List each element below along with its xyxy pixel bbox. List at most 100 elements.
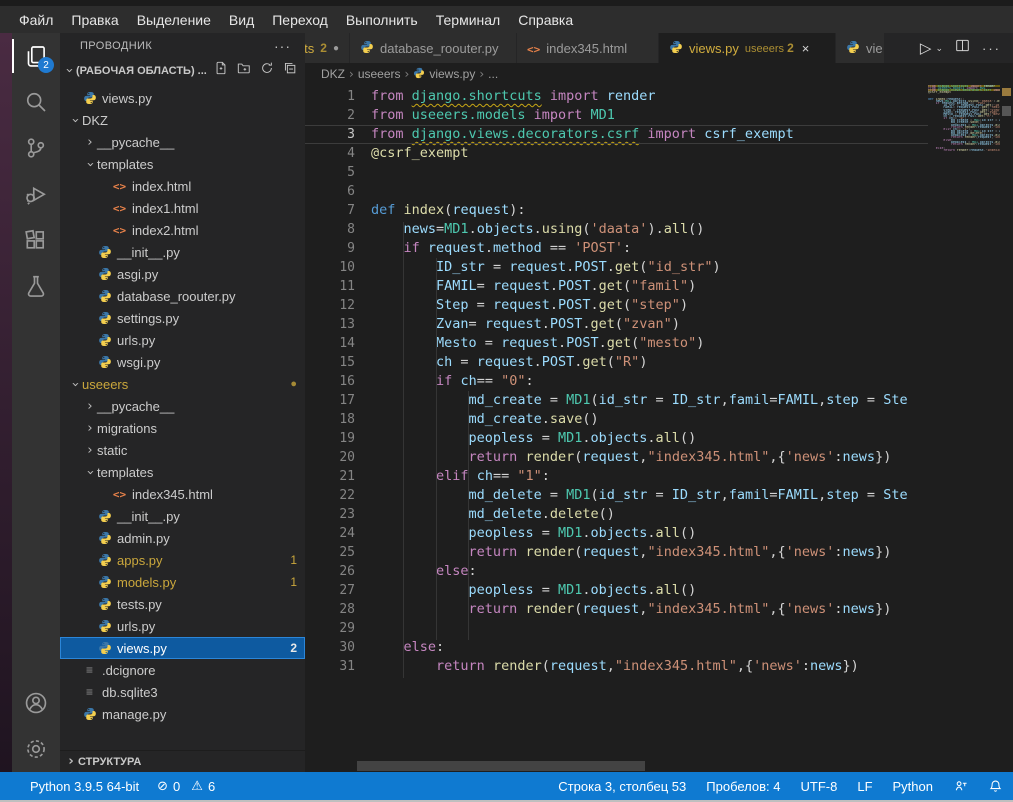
tree-item-tests.py[interactable]: tests.py xyxy=(60,593,305,615)
tree-item-static[interactable]: ›static xyxy=(60,439,305,461)
menu-item-Справка[interactable]: Справка xyxy=(509,9,582,31)
run-dropdown-icon[interactable]: ⌄ xyxy=(935,43,943,54)
tree-item-label: __init__.py xyxy=(117,245,180,260)
html-icon: <> xyxy=(113,180,126,193)
tree-item-settings.py[interactable]: settings.py xyxy=(60,307,305,329)
status-problems[interactable]: ⊘0⚠6 xyxy=(157,779,215,794)
tab-index345[interactable]: <>index345.html xyxy=(517,33,658,63)
run-button[interactable]: ▷ xyxy=(920,39,932,57)
tree-item-apps.py[interactable]: apps.py1 xyxy=(60,549,305,571)
code-line-text: FAMIL= request.POST.get("famil") xyxy=(355,277,696,296)
menu-item-Терминал[interactable]: Терминал xyxy=(427,9,509,31)
tree-item-useeers[interactable]: ›useeers● xyxy=(60,373,305,395)
more-actions-icon[interactable]: ··· xyxy=(274,38,291,54)
tab-views[interactable]: views.pyuseeers 2× xyxy=(659,33,835,63)
activity-run-debug-button[interactable] xyxy=(12,171,60,217)
tree-item-admin.py[interactable]: admin.py xyxy=(60,527,305,549)
tree-item-migrations[interactable]: ›migrations xyxy=(60,417,305,439)
tree-item-manage.py[interactable]: manage.py xyxy=(60,703,305,725)
minimap[interactable]: from django.shortcuts import renderfrom … xyxy=(928,85,1000,772)
tree-item-urls.py[interactable]: urls.py xyxy=(60,329,305,351)
status-encoding[interactable]: UTF-8 xyxy=(801,779,838,794)
tree-item-database_roouter.py[interactable]: database_roouter.py xyxy=(60,285,305,307)
vertical-scrollbar[interactable] xyxy=(1000,85,1013,772)
status-language[interactable]: Python xyxy=(893,779,933,794)
status-cursor-position[interactable]: Строка 3, столбец 53 xyxy=(558,779,686,794)
close-icon[interactable]: × xyxy=(802,41,810,56)
tree-item-asgi.py[interactable]: asgi.py xyxy=(60,263,305,285)
activity-extensions-button[interactable] xyxy=(12,217,60,263)
tree-item-index345.html[interactable]: <>index345.html xyxy=(60,483,305,505)
tree-item-views.py[interactable]: views.py xyxy=(60,87,305,109)
breadcrumb-item[interactable]: DKZ xyxy=(321,67,345,81)
line-number: 9 xyxy=(305,239,355,258)
tree-item-models.py[interactable]: models.py1 xyxy=(60,571,305,593)
more-actions-icon[interactable]: ··· xyxy=(982,41,1001,56)
menu-item-Файл[interactable]: Файл xyxy=(10,9,62,31)
tree-item-db.sqlite3[interactable]: ≡db.sqlite3 xyxy=(60,681,305,703)
activity-source-control-button[interactable] xyxy=(12,125,60,171)
code-line-text: from django.shortcuts import render xyxy=(355,87,656,106)
menu-item-Выполнить[interactable]: Выполнить xyxy=(337,9,427,31)
breadcrumb-item[interactable]: ... xyxy=(488,67,498,81)
line-number: 24 xyxy=(305,524,355,543)
python-file-icon xyxy=(97,553,112,567)
status-indentation[interactable]: Пробелов: 4 xyxy=(706,779,780,794)
tree-item-index1.html[interactable]: <>index1.html xyxy=(60,197,305,219)
tab-diiits[interactable]: diiits2● xyxy=(305,33,349,63)
activity-account-button[interactable] xyxy=(12,680,60,726)
chevron-right-icon: › xyxy=(83,399,97,414)
split-editor-icon[interactable] xyxy=(955,38,970,58)
tab-database-roouter[interactable]: database_roouter.py xyxy=(350,33,516,63)
status-notifications[interactable] xyxy=(988,779,1003,794)
code-line: 17 md_create = MD1(id_str = ID_str,famil… xyxy=(305,391,928,410)
tree-item-views.py[interactable]: views.py2 xyxy=(60,637,305,659)
tree-item-__pycache__[interactable]: ›__pycache__ xyxy=(60,131,305,153)
horizontal-scrollbar-thumb[interactable] xyxy=(357,761,645,771)
horizontal-scrollbar[interactable] xyxy=(305,760,928,772)
line-number: 22 xyxy=(305,486,355,505)
code-editor[interactable]: 1from django.shortcuts import render2fro… xyxy=(305,85,928,772)
activity-settings-button[interactable] xyxy=(12,726,60,772)
menu-item-Выделение[interactable]: Выделение xyxy=(128,9,220,31)
menu-item-Переход[interactable]: Переход xyxy=(263,9,337,31)
file-file-icon: ≡ xyxy=(82,685,97,699)
tree-item-label: templates xyxy=(97,157,153,172)
tree-item-urls.py[interactable]: urls.py xyxy=(60,615,305,637)
activity-badge: 2 xyxy=(38,57,54,73)
code-line: 23 md_delete.delete() xyxy=(305,505,928,524)
tree-item-.dcignore[interactable]: ≡.dcignore xyxy=(60,659,305,681)
collapse-all-icon[interactable] xyxy=(283,61,297,80)
line-number: 28 xyxy=(305,600,355,619)
menu-item-Вид[interactable]: Вид xyxy=(220,9,263,31)
tree-item-index2.html[interactable]: <>index2.html xyxy=(60,219,305,241)
tab-vie[interactable]: vie xyxy=(836,33,884,63)
tree-item-templates[interactable]: ›templates xyxy=(60,461,305,483)
tree-item-DKZ[interactable]: ›DKZ xyxy=(60,109,305,131)
status-feedback[interactable] xyxy=(953,779,968,794)
new-file-icon[interactable] xyxy=(214,61,228,80)
tree-item-wsgi.py[interactable]: wsgi.py xyxy=(60,351,305,373)
status-eol[interactable]: LF xyxy=(857,779,872,794)
line-number: 26 xyxy=(305,562,355,581)
menu-item-Правка[interactable]: Правка xyxy=(62,9,127,31)
code-line: 16 if ch== "0": xyxy=(305,372,928,391)
activity-search-button[interactable] xyxy=(12,79,60,125)
tree-item-index.html[interactable]: <>index.html xyxy=(60,175,305,197)
outline-section-header[interactable]: › СТРУКТУРА xyxy=(60,750,305,772)
refresh-icon[interactable] xyxy=(260,61,274,80)
breadcrumb-item[interactable]: useeers xyxy=(358,67,401,81)
html-icon: <> xyxy=(113,488,126,501)
extensions-icon xyxy=(24,228,48,252)
activity-explorer-button[interactable]: 2 xyxy=(12,33,60,79)
line-number: 2 xyxy=(305,106,355,125)
tree-item-templates[interactable]: ›templates xyxy=(60,153,305,175)
status-python-version[interactable]: Python 3.9.5 64-bit xyxy=(30,779,139,794)
activity-testing-button[interactable] xyxy=(12,263,60,309)
tree-item-__init__.py[interactable]: __init__.py xyxy=(60,241,305,263)
workspace-section-header[interactable]: › (РАБОЧАЯ ОБЛАСТЬ) ... xyxy=(60,59,305,82)
tree-item-__pycache__[interactable]: ›__pycache__ xyxy=(60,395,305,417)
new-folder-icon[interactable] xyxy=(237,61,251,80)
tree-item-__init__.py[interactable]: __init__.py xyxy=(60,505,305,527)
breadcrumb-item[interactable]: views.py xyxy=(429,67,475,81)
